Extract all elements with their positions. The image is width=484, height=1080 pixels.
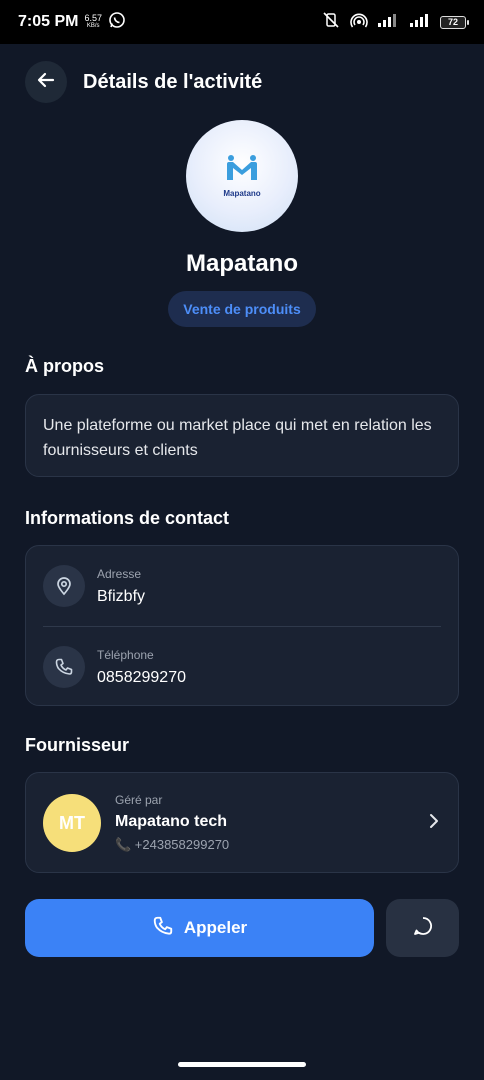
location-pin-icon <box>43 565 85 607</box>
business-name: Mapatano <box>185 250 298 277</box>
supplier-phone: 📞 +243858299270 <box>115 837 230 852</box>
message-button[interactable] <box>386 899 459 957</box>
about-text: Une plateforme ou market place qui met e… <box>43 417 432 459</box>
status-bar: 7:05 PM 6.57 KB/s 72 <box>0 0 484 44</box>
home-indicator[interactable] <box>178 1062 306 1067</box>
category-chip: Vente de produits <box>168 291 316 327</box>
phone-row[interactable]: Téléphone 0858299270 <box>26 627 458 707</box>
contact-card: Adresse Bfizbfy Téléphone 0858299270 <box>25 545 459 706</box>
supplier-row[interactable]: MT Géré par Mapatano tech 📞 +24385829927… <box>26 773 458 873</box>
about-card: Une plateforme ou market place qui met e… <box>25 394 459 477</box>
signal-icon <box>378 13 400 32</box>
call-button-label: Appeler <box>183 918 248 937</box>
arrow-left-icon <box>36 70 56 95</box>
managed-by-label: Géré par <box>115 793 163 807</box>
network-speed: 6.57 KB/s <box>84 13 102 30</box>
call-button[interactable]: Appeler <box>25 899 374 957</box>
phone-call-icon <box>152 915 174 942</box>
whatsapp-icon <box>108 11 126 34</box>
page-title: Détails de l'activité <box>83 70 263 93</box>
about-title: À propos <box>25 356 104 376</box>
logo-text: Mapatano <box>223 189 261 198</box>
back-button[interactable] <box>25 61 67 103</box>
handshake-logo-icon <box>225 154 259 185</box>
battery-icon: 72 <box>440 15 469 29</box>
address-row: Adresse Bfizbfy <box>26 546 458 626</box>
supplier-title: Fournisseur <box>25 735 130 755</box>
address-value: Bfizbfy <box>97 587 146 605</box>
business-logo: Mapatano <box>186 120 298 232</box>
vibrate-off-icon <box>322 11 340 33</box>
contact-title: Informations de contact <box>25 508 230 528</box>
address-label: Adresse <box>97 566 142 581</box>
status-time: 7:05 PM <box>18 13 79 30</box>
chevron-right-icon <box>427 812 441 835</box>
supplier-card[interactable]: MT Géré par Mapatano tech 📞 +24385829927… <box>25 772 459 873</box>
phone-label: Téléphone <box>97 647 154 662</box>
chat-bubble-icon <box>412 915 434 942</box>
hotspot-icon <box>350 12 368 33</box>
supplier-name: Mapatano tech <box>115 813 228 830</box>
phone-icon <box>43 646 85 688</box>
app-header: Détails de l'activité <box>25 61 262 103</box>
signal-4g-icon <box>410 13 430 32</box>
supplier-avatar: MT <box>43 794 101 852</box>
phone-value: 0858299270 <box>97 668 186 686</box>
